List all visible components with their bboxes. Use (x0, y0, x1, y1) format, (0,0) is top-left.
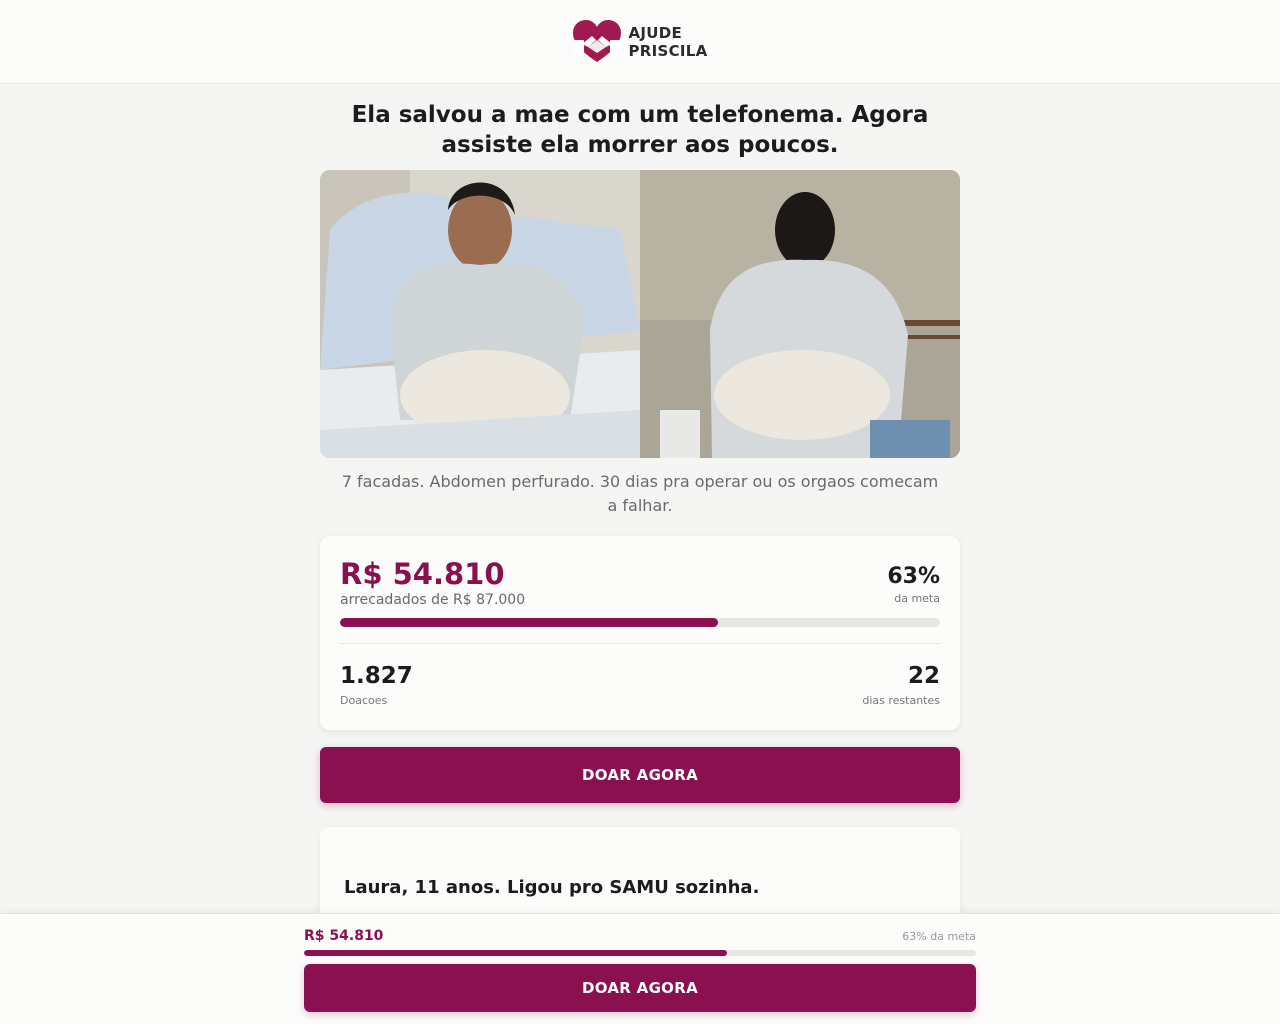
progress-card: R$ 54.810 arrecadados de R$ 87.000 63% d… (320, 536, 960, 730)
days-remaining-count: 22 (907, 663, 940, 689)
patient-back-photo (640, 170, 960, 458)
progress-bar-fill (340, 618, 718, 627)
logo-line-1: AJUDE (628, 23, 683, 42)
card-divider (340, 643, 940, 644)
main-content: Ela salvou a mae com um telefonema. Agor… (320, 84, 960, 1024)
logo-text: AJUDE PRISCILA (628, 24, 707, 60)
donate-now-button[interactable]: DOAR AGORA (320, 747, 960, 803)
sticky-donate-bar: R$ 54.810 63% da meta DOAR AGORA (0, 913, 1280, 1024)
percent-value: 63% (887, 564, 940, 589)
logo-line-2: PRISCILA (628, 41, 708, 60)
raised-amount: R$ 54.810 (340, 557, 505, 591)
sticky-raised-amount: R$ 54.810 (304, 928, 384, 944)
page-headline: Ela salvou a mae com um telefonema. Agor… (351, 102, 929, 158)
patient-front-photo (320, 170, 640, 458)
sticky-progress-bar-fill (304, 950, 728, 956)
patient-photos (320, 170, 960, 458)
heart-hands-icon (573, 19, 622, 62)
progress-bar (340, 618, 940, 627)
donations-count: 1.827 (340, 663, 413, 689)
percent-label: da meta (894, 592, 940, 605)
sticky-progress-bar (304, 950, 976, 956)
days-remaining-label: dias restantes (862, 694, 940, 707)
donations-label: Doacoes (340, 694, 388, 707)
sticky-donate-button[interactable]: DOAR AGORA (304, 964, 976, 1012)
goal-text: arrecadados de R$ 87.000 (340, 592, 526, 608)
sticky-percent-text: 63% da meta (902, 929, 976, 943)
story-title: Laura, 11 anos. Ligou pro SAMU sozinha. (344, 877, 760, 898)
site-logo[interactable]: AJUDE PRISCILA (572, 19, 707, 64)
photo-caption: 7 facadas. Abdomen perfurado. 30 dias pr… (341, 472, 939, 515)
site-header: AJUDE PRISCILA (0, 0, 1280, 84)
